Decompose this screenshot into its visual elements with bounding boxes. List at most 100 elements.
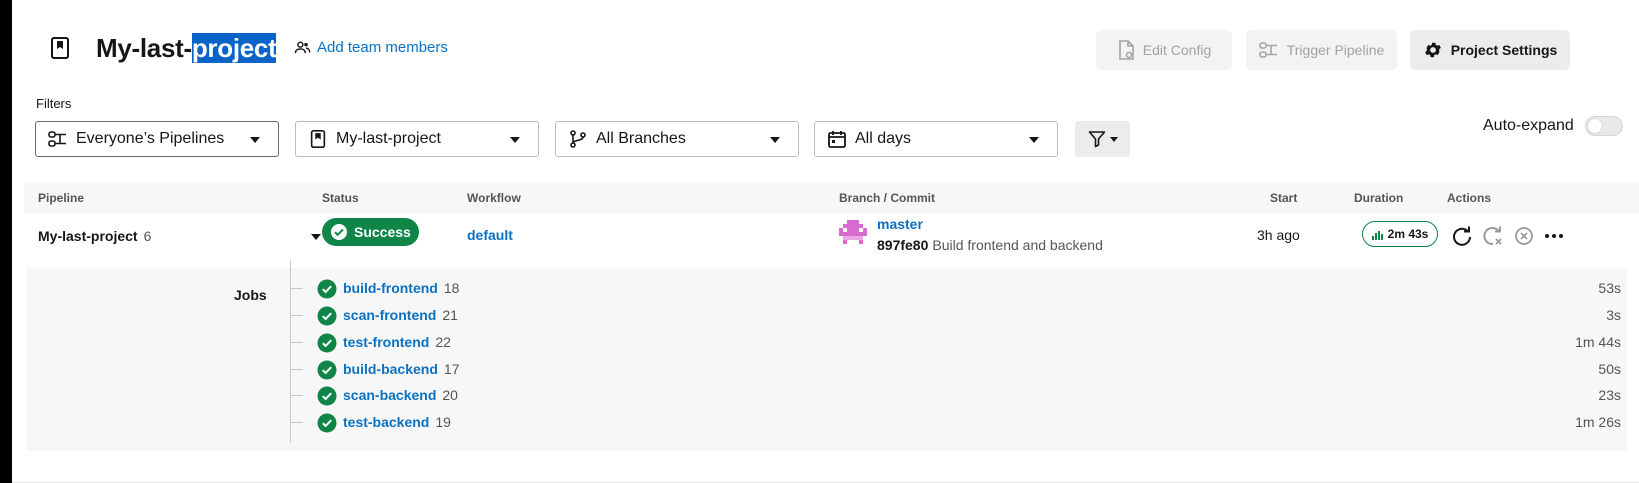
commit-message: Build frontend and backend [932,237,1103,253]
column-status: Status [322,191,359,205]
chevron-down-icon [770,137,780,143]
pipeline-icon [1258,42,1277,58]
tree-branch-line [291,315,303,316]
job-duration: 1m 44s [1575,334,1621,350]
app-window: My-last-project Add team members Edit Co… [12,0,1639,483]
branch-icon [570,130,586,148]
project-icon [310,130,326,148]
title-selected-text: project [191,33,277,63]
job-name: test-backend [343,414,430,430]
check-icon [331,224,347,240]
edit-config-button[interactable]: Edit Config [1096,30,1232,70]
tree-branch-line [291,395,303,396]
branch-link[interactable]: master [877,216,923,232]
job-row: build-frontend 18 53s [291,276,1621,302]
job-link[interactable]: test-backend 19 [343,414,451,430]
expand-row-icon[interactable] [311,234,321,240]
job-link[interactable]: scan-backend 20 [343,387,458,403]
title-prefix: My-last- [96,33,192,63]
tree-branch-line [291,422,303,423]
job-duration: 50s [1598,361,1621,377]
job-link[interactable]: test-frontend 22 [343,334,451,350]
column-start: Start [1270,191,1298,205]
job-name: scan-frontend [343,307,437,323]
column-workflow: Workflow [467,191,521,205]
job-duration: 3s [1606,307,1621,323]
rerun-failed-icon[interactable] [1482,225,1504,247]
project-settings-button[interactable]: Project Settings [1410,30,1570,70]
job-number: 17 [443,361,460,377]
days-filter-dropdown[interactable]: All days [814,121,1058,157]
column-duration: Duration [1354,191,1404,205]
edit-config-label: Edit Config [1142,42,1212,58]
check-icon [317,306,337,326]
column-actions: Actions [1447,191,1492,205]
pipelines-filter-value: Everyone’s Pipelines [76,130,225,147]
job-row: test-backend 19 1m 26s [291,410,1621,436]
job-row: scan-backend 20 23s [291,383,1621,409]
more-icon[interactable] [1543,225,1565,247]
chevron-down-icon [250,137,260,143]
check-icon [317,386,337,406]
days-filter-value: All days [855,130,912,147]
chevron-down-icon [510,137,520,143]
page-header: My-last-project Add team members Edit Co… [36,30,1626,70]
commit-info: 897fe80 Build frontend and backend [877,237,1103,253]
check-icon [317,279,337,299]
tree-branch-line [291,369,303,370]
add-team-members-link[interactable]: Add team members [294,39,448,56]
job-name: scan-backend [343,387,437,403]
jobs-label: Jobs [234,287,267,303]
column-pipeline: Pipeline [38,191,85,205]
toggle-knob [1588,119,1602,133]
table-header: Pipeline Status Workflow Branch / Commit… [24,182,1639,214]
pipeline-name[interactable]: My-last-project 6 [38,228,151,244]
job-number: 21 [442,307,458,323]
job-row: scan-frontend 21 3s [291,303,1621,329]
tree-branch-line [291,342,303,343]
trigger-pipeline-button[interactable]: Trigger Pipeline [1246,30,1397,70]
avatar [839,220,867,244]
job-duration: 53s [1598,280,1621,296]
project-filter-dropdown[interactable]: My-last-project [295,121,539,157]
job-link[interactable]: build-frontend 18 [343,280,459,296]
job-link[interactable]: scan-frontend 21 [343,307,458,323]
job-name: test-frontend [343,334,430,350]
filters-label: Filters [36,96,72,111]
check-icon [317,333,337,353]
job-number: 22 [435,334,451,350]
workflow-link[interactable]: default [467,227,513,243]
check-icon [317,360,337,380]
job-link[interactable]: build-backend 17 [343,361,459,377]
job-name: build-frontend [343,280,438,296]
pipelines-filter-dropdown[interactable]: Everyone’s Pipelines [35,121,279,157]
check-icon [317,413,337,433]
tree-branch-line [291,288,303,289]
project-filter-value: My-last-project [336,130,441,147]
project-settings-label: Project Settings [1450,42,1558,58]
job-row: build-backend 17 50s [291,357,1621,383]
cancel-icon[interactable] [1513,225,1535,247]
branches-filter-value: All Branches [596,130,686,147]
page-title: My-last-project [96,30,277,66]
status-badge[interactable]: Success [322,218,419,246]
status-label: Success [354,224,411,240]
job-duration: 1m 26s [1575,414,1621,430]
advanced-filter-button[interactable] [1075,121,1130,157]
calendar-icon [828,131,846,148]
auto-expand-toggle[interactable] [1585,116,1623,136]
pipeline-name-text: My-last-project [38,228,138,244]
gear-icon [1424,42,1441,58]
rerun-icon[interactable] [1451,225,1473,247]
project-icon [51,37,69,59]
start-time: 3h ago [1257,227,1300,243]
duration-value: 2m 43s [1387,227,1429,241]
pipeline-number: 6 [143,228,152,244]
job-number: 20 [442,387,458,403]
commit-sha: 897fe80 [877,237,929,253]
branches-filter-dropdown[interactable]: All Branches [555,121,799,157]
add-team-label: Add team members [317,39,448,56]
pipeline-icon [48,131,66,147]
duration-badge[interactable]: 2m 43s [1362,221,1438,247]
chevron-down-icon [1029,137,1039,143]
